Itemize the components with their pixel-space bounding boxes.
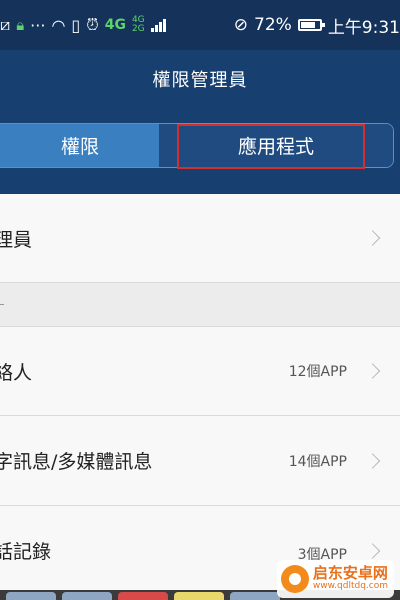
chevron-right-icon (364, 363, 381, 379)
chevron-right-icon (364, 230, 381, 246)
watermark-logo-icon (280, 565, 309, 593)
list-item-contacts[interactable]: 絡人 12個APP (0, 327, 400, 416)
tab-permissions[interactable]: 權限 (0, 124, 159, 167)
battery-icon (297, 19, 325, 31)
network-4g-label: 4G (104, 17, 126, 33)
status-icons-left: ⧄ 🔒︎ ··· ◠ ▯ ⏰︎ 4G 4G 2G (0, 13, 166, 37)
tab-switcher: 權限 應用程式 (0, 123, 394, 168)
dock-app-icon[interactable] (118, 592, 168, 600)
list-item-admin[interactable]: 理員 (0, 194, 400, 283)
list-item-label: 話記錄 (0, 541, 52, 563)
dock-app-icon[interactable] (6, 592, 56, 600)
tab-area: 權限 應用程式 (0, 110, 400, 194)
clock-time: 上午9:31 (327, 17, 400, 38)
dock-app-icon[interactable] (230, 592, 280, 600)
alarm-icon: ⏰︎ (86, 15, 99, 34)
no-disturb-icon: ⊘ (233, 15, 249, 35)
more-icon: ··· (30, 15, 46, 35)
list-item-label: 字訊息/多媒體訊息 (0, 451, 153, 473)
title-bar: 權限管理員 (0, 50, 400, 110)
divider-mark (0, 304, 4, 305)
tab-permissions-label: 權限 (60, 136, 99, 158)
list-item-messages[interactable]: 字訊息/多媒體訊息 14個APP (0, 416, 400, 506)
status-bar: ⧄ 🔒︎ ··· ◠ ▯ ⏰︎ 4G 4G 2G ⊘ 72% 上午9:31 (0, 0, 400, 50)
headphones-icon: ◠ (51, 15, 66, 35)
network-mini-bottom: 2G (131, 24, 145, 34)
list-item-label: 絡人 (0, 361, 33, 384)
watermark: 启东安卓网 www.qdltdq.com (276, 560, 394, 598)
list-item-label: 理員 (0, 228, 33, 251)
chevron-right-icon (364, 452, 381, 469)
watermark-title: 启东安卓网 (312, 564, 388, 583)
watermark-url: www.qdltdq.com (312, 581, 388, 592)
signal-icon (150, 18, 166, 32)
lock-icon: 🔒︎ (16, 16, 25, 34)
watermark-text: 启东安卓网 www.qdltdq.com (313, 566, 388, 591)
chevron-right-icon (364, 542, 381, 559)
app-count: 12個APP (288, 364, 347, 380)
tab-applications[interactable]: 應用程式 (159, 124, 393, 167)
image-icon: ⧄ (0, 15, 11, 34)
page-title: 權限管理員 (152, 70, 248, 91)
network-type-indicator: 4G 2G (132, 16, 145, 34)
tab-applications-label: 應用程式 (237, 136, 314, 158)
status-icons-right: ⊘ 72% 上午9:31 (233, 13, 400, 38)
dock-app-icon[interactable] (62, 592, 112, 600)
battery-percent: 72% (254, 15, 292, 35)
vibrate-icon: ▯ (71, 15, 81, 35)
dock-app-icon[interactable] (174, 592, 224, 600)
app-count: 14個APP (288, 453, 347, 470)
section-divider (0, 283, 400, 327)
